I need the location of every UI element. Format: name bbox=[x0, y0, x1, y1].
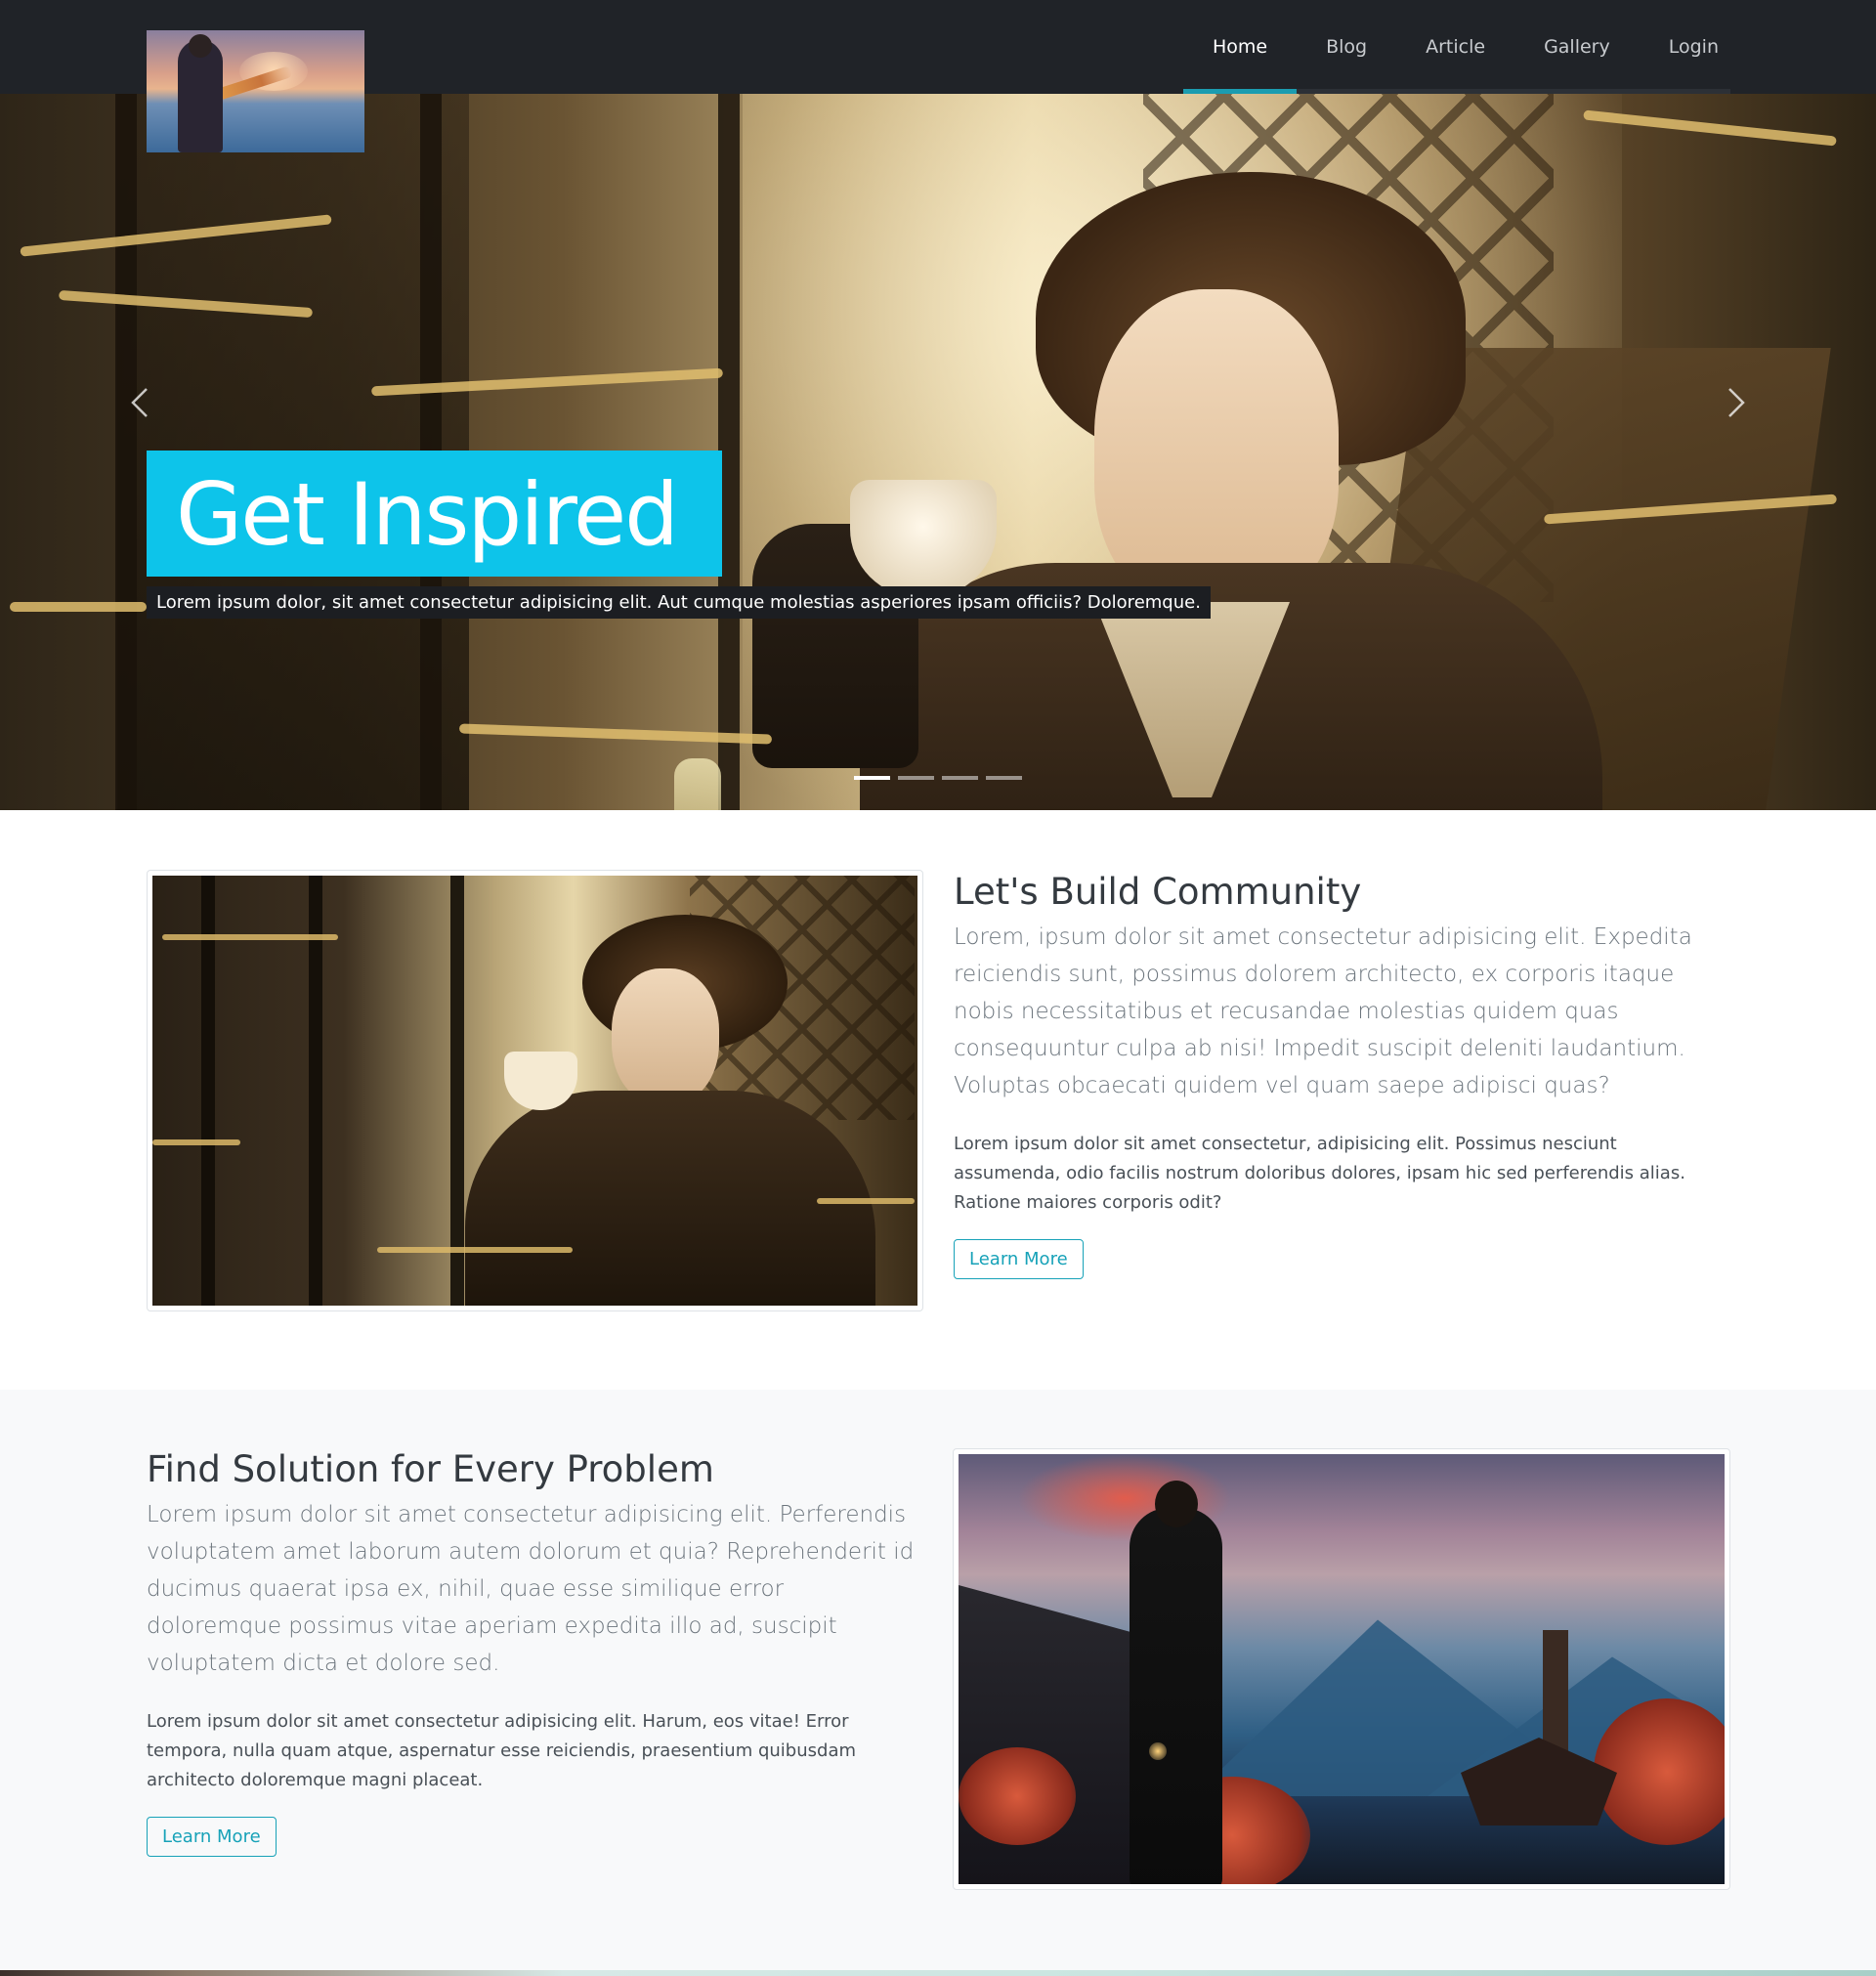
art-panel bbox=[450, 876, 464, 1306]
community-image-art bbox=[152, 876, 917, 1306]
carousel-indicator-2[interactable] bbox=[898, 776, 934, 780]
carousel-next-button[interactable] bbox=[1716, 383, 1755, 422]
community-text: Let's Build Community Lorem, ipsum dolor… bbox=[954, 871, 1726, 1279]
art-swirl bbox=[377, 1247, 573, 1253]
nav-item-article[interactable]: Article bbox=[1396, 0, 1514, 94]
carousel-indicator-4[interactable] bbox=[986, 776, 1022, 780]
carousel-indicator-1[interactable] bbox=[854, 776, 890, 780]
community-heading: Let's Build Community bbox=[954, 871, 1362, 913]
art-panel bbox=[309, 876, 322, 1306]
solution-section: Find Solution for Every Problem Lorem ip… bbox=[0, 1390, 1876, 1970]
art-swirl bbox=[152, 1139, 240, 1145]
solution-image bbox=[953, 1448, 1730, 1890]
solution-image-art bbox=[959, 1454, 1725, 1884]
nav-item-home[interactable]: Home bbox=[1183, 0, 1298, 94]
art-body bbox=[465, 1091, 875, 1306]
chevron-left-icon bbox=[131, 388, 148, 417]
art-swirl bbox=[162, 934, 338, 940]
solution-text: Find Solution for Every Problem Lorem ip… bbox=[147, 1448, 918, 1857]
hero-subtitle: Lorem ipsum dolor, sit amet consectetur … bbox=[147, 586, 1211, 619]
community-lead: Lorem, ipsum dolor sit amet consectetur … bbox=[954, 924, 1692, 1098]
art-person bbox=[1130, 1481, 1222, 1884]
site-logo[interactable] bbox=[147, 30, 364, 152]
solution-heading: Find Solution for Every Problem bbox=[147, 1448, 714, 1490]
hero-vase bbox=[674, 758, 721, 810]
nav-item-login[interactable]: Login bbox=[1640, 0, 1748, 94]
hero-caption: Get Inspired Lorem ipsum dolor, sit amet… bbox=[147, 451, 1211, 619]
solution-paragraph: Lorem ipsum dolor sit amet consectetur a… bbox=[147, 1711, 857, 1790]
community-paragraph: Lorem ipsum dolor sit amet consectetur, … bbox=[954, 1134, 1685, 1213]
solution-lead: Lorem ipsum dolor sit amet consectetur a… bbox=[147, 1502, 915, 1676]
art-panel bbox=[201, 876, 215, 1306]
carousel-prev-button[interactable] bbox=[121, 383, 160, 422]
art-tree bbox=[959, 1747, 1076, 1845]
hero-panel bbox=[115, 94, 137, 810]
nav-item-blog[interactable]: Blog bbox=[1297, 0, 1396, 94]
carousel-indicator-3[interactable] bbox=[942, 776, 978, 780]
community-section: Let's Build Community Lorem, ipsum dolor… bbox=[0, 810, 1876, 1390]
nav-menu: Home Blog Article Gallery Login bbox=[1183, 0, 1748, 94]
solution-learn-more-button[interactable]: Learn More bbox=[147, 1817, 277, 1857]
chevron-right-icon bbox=[1728, 388, 1745, 417]
hero-swirl bbox=[10, 602, 147, 612]
art-face bbox=[612, 968, 719, 1105]
nav-item-gallery[interactable]: Gallery bbox=[1514, 0, 1640, 94]
community-learn-more-button[interactable]: Learn More bbox=[954, 1239, 1084, 1279]
art-swirl bbox=[817, 1198, 915, 1204]
logo-figure bbox=[178, 34, 223, 152]
next-section-edge bbox=[0, 1970, 1876, 1976]
art-glow bbox=[1149, 1742, 1167, 1760]
community-image bbox=[147, 870, 923, 1311]
hero-title: Get Inspired bbox=[147, 451, 722, 577]
carousel-indicators bbox=[854, 776, 1022, 780]
